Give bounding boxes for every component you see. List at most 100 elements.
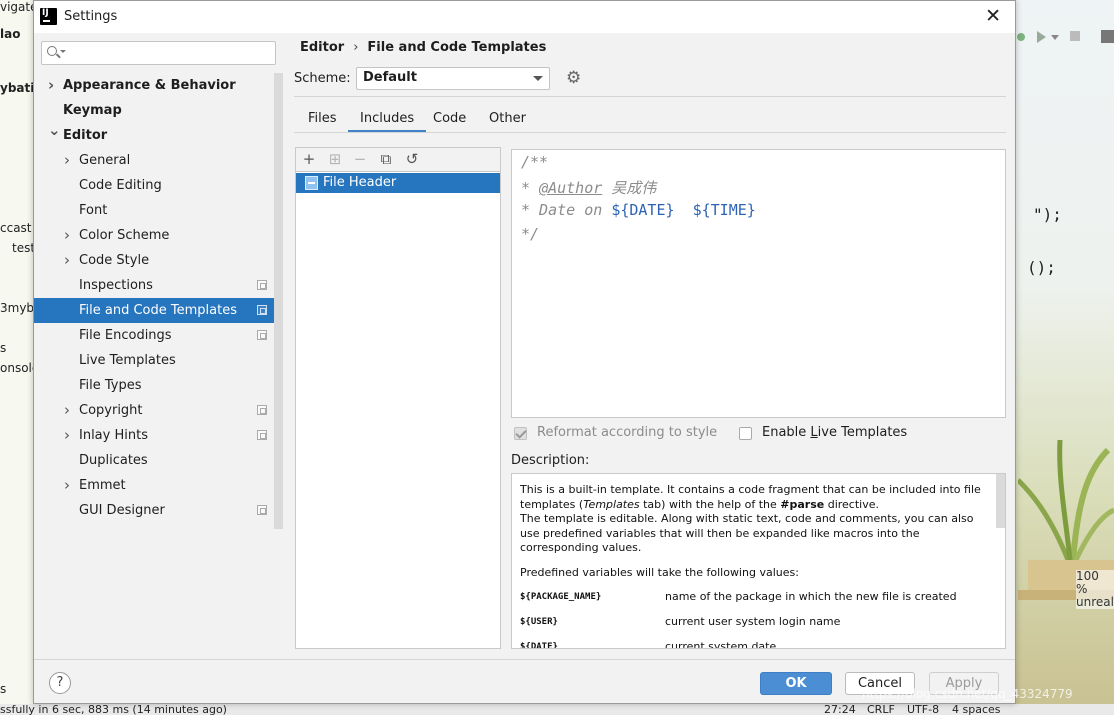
chevron-down-icon[interactable]: ⌄: [48, 118, 61, 143]
help-button[interactable]: ?: [49, 672, 71, 694]
sidebar-item-label: Appearance & Behavior: [63, 78, 236, 93]
editor-tag: @Author: [539, 179, 603, 197]
intellij-app-icon: [40, 8, 57, 25]
chevron-right-icon[interactable]: ›: [64, 473, 70, 498]
chevron-right-icon[interactable]: ›: [64, 398, 70, 423]
search-input[interactable]: [68, 44, 268, 62]
sidebar-item-color-scheme[interactable]: › Color Scheme: [34, 223, 274, 248]
sidebar-item-label: Emmet: [79, 478, 126, 493]
sidebar-item-file-and-code-templates[interactable]: File and Code Templates: [34, 298, 274, 323]
sidebar-item-label: Inlay Hints: [79, 428, 148, 443]
tab-code[interactable]: Code: [433, 109, 466, 133]
reformat-label: Reformat according to style: [537, 425, 718, 440]
sidebar-item-duplicates[interactable]: Duplicates: [34, 448, 274, 473]
sidebar-item-label: General: [79, 153, 131, 168]
scheme-label: Scheme:: [294, 71, 351, 86]
variable-name: ${DATE}: [520, 642, 558, 649]
bg-text: 3myb: [0, 301, 34, 315]
bg-text: lao: [0, 27, 21, 41]
search-icon: [47, 46, 57, 56]
tab-includes[interactable]: Includes: [347, 109, 427, 133]
sidebar-item-intentions[interactable]: Intentions: [34, 523, 274, 528]
status-encoding[interactable]: UTF-8: [907, 704, 939, 715]
sidebar-item-font[interactable]: Font: [34, 198, 274, 223]
template-file-icon: [305, 176, 318, 190]
sidebar-item-code-editing[interactable]: Code Editing: [34, 173, 274, 198]
template-editor[interactable]: /** * @Author 吴成伟 * Date on ${DATE} ${TI…: [511, 149, 1006, 418]
sidebar-item-label: Code Editing: [79, 178, 162, 193]
breadcrumb-current: File and Code Templates: [367, 40, 547, 55]
close-icon[interactable]: ✕: [985, 6, 1001, 26]
reformat-checkbox[interactable]: [514, 427, 527, 440]
scheme-dropdown[interactable]: Default: [356, 67, 550, 90]
sidebar-item-code-style[interactable]: › Code Style: [34, 248, 274, 273]
status-position[interactable]: 27:24: [824, 704, 856, 715]
list-item[interactable]: File Header: [296, 173, 500, 193]
status-indent[interactable]: 4 spaces: [952, 704, 1001, 715]
remove-icon[interactable]: −: [352, 151, 368, 167]
desc-text: directive.: [824, 497, 879, 511]
editor-text: * Date on: [521, 201, 612, 219]
description-panel: This is a built-in template. It contains…: [511, 473, 1006, 649]
status-message: ssfully in 6 sec, 883 ms (14 minutes ago…: [0, 704, 227, 715]
editor-variable: ${DATE}: [611, 201, 675, 219]
bg-text: vigate: [0, 0, 34, 14]
label-text: ive Templates: [817, 425, 908, 440]
tab-files[interactable]: Files: [308, 109, 337, 133]
sidebar-item-inlay-hints[interactable]: › Inlay Hints: [34, 423, 274, 448]
status-line-separator[interactable]: CRLF: [867, 704, 895, 715]
desc-text: tab) with the help of the: [639, 497, 781, 511]
background-ide-left: vigate lao ybati ccast test 3myb s onsol…: [0, 0, 34, 715]
settings-search[interactable]: [41, 41, 276, 65]
sidebar-item-inspections[interactable]: Inspections: [34, 273, 274, 298]
breadcrumb-separator: ›: [353, 40, 359, 55]
divider: [294, 132, 1006, 133]
sidebar-item-file-types[interactable]: File Types: [34, 373, 274, 398]
sidebar-item-copyright[interactable]: › Copyright: [34, 398, 274, 423]
label-mnemonic: L: [810, 425, 818, 440]
sidebar-scrollbar-thumb[interactable]: [274, 73, 283, 529]
variable-row: ${DATE} current system date: [520, 640, 990, 649]
settings-dialog: Settings ✕ › Appearance & Behavior Keymap⌄…: [33, 0, 1016, 704]
variable-description: current user system login name: [665, 615, 841, 628]
add-icon[interactable]: +: [301, 151, 317, 167]
reset-icon[interactable]: ↺: [404, 151, 420, 167]
live-templates-label: Enable Live Templates: [762, 425, 907, 440]
description-scrollbar-thumb[interactable]: [996, 474, 1005, 528]
sidebar-item-emmet[interactable]: › Emmet: [34, 473, 274, 498]
ok-button[interactable]: OK: [760, 672, 832, 695]
sidebar-item-editor[interactable]: ⌄ Editor: [34, 121, 274, 148]
background-zoom-indicator: 100 % unreal: [1076, 570, 1114, 609]
settings-tree: › Appearance & Behavior Keymap ⌄ Editor › Gene…: [34, 73, 274, 528]
search-history-chevron-icon[interactable]: [60, 50, 66, 53]
chevron-right-icon[interactable]: ›: [64, 423, 70, 448]
project-scope-icon: [257, 305, 267, 315]
watermark-text: https://blog.csdn.net/qq_43324779: [862, 687, 1073, 701]
chevron-right-icon[interactable]: ›: [64, 223, 70, 248]
sidebar-item-label: File and Code Templates: [79, 303, 237, 318]
chevron-right-icon[interactable]: ›: [48, 73, 54, 98]
gear-icon[interactable]: ⚙: [566, 70, 582, 87]
chevron-right-icon[interactable]: ›: [64, 248, 70, 273]
chevron-right-icon[interactable]: ›: [64, 148, 70, 173]
live-templates-checkbox[interactable]: [739, 427, 752, 440]
sidebar-item-label: Inspections: [79, 278, 153, 293]
editor-line: /**: [521, 153, 548, 171]
editor-line: * @Author 吴成伟: [521, 177, 656, 198]
sidebar-item-live-templates[interactable]: Live Templates: [34, 348, 274, 373]
bg-code: ();: [1027, 258, 1056, 277]
project-scope-icon: [257, 330, 267, 340]
sidebar-item-file-encodings[interactable]: File Encodings: [34, 323, 274, 348]
tab-other[interactable]: Other: [489, 109, 526, 133]
add-child-icon[interactable]: ⊞: [327, 151, 343, 167]
sidebar-item-gui-designer[interactable]: GUI Designer: [34, 498, 274, 523]
bg-text: s: [0, 682, 7, 696]
chevron-down-icon: [533, 76, 543, 81]
sidebar-item-general[interactable]: › General: [34, 148, 274, 173]
breadcrumb-parent[interactable]: Editor: [300, 40, 344, 55]
sidebar-item-keymap[interactable]: Keymap: [34, 98, 274, 123]
description-paragraph: Predefined variables will take the follo…: [520, 565, 799, 579]
title-bar: Settings ✕: [34, 1, 1015, 33]
sidebar-item-appearance-behavior[interactable]: › Appearance & Behavior: [34, 73, 274, 98]
copy-icon[interactable]: ⧉: [378, 151, 394, 167]
